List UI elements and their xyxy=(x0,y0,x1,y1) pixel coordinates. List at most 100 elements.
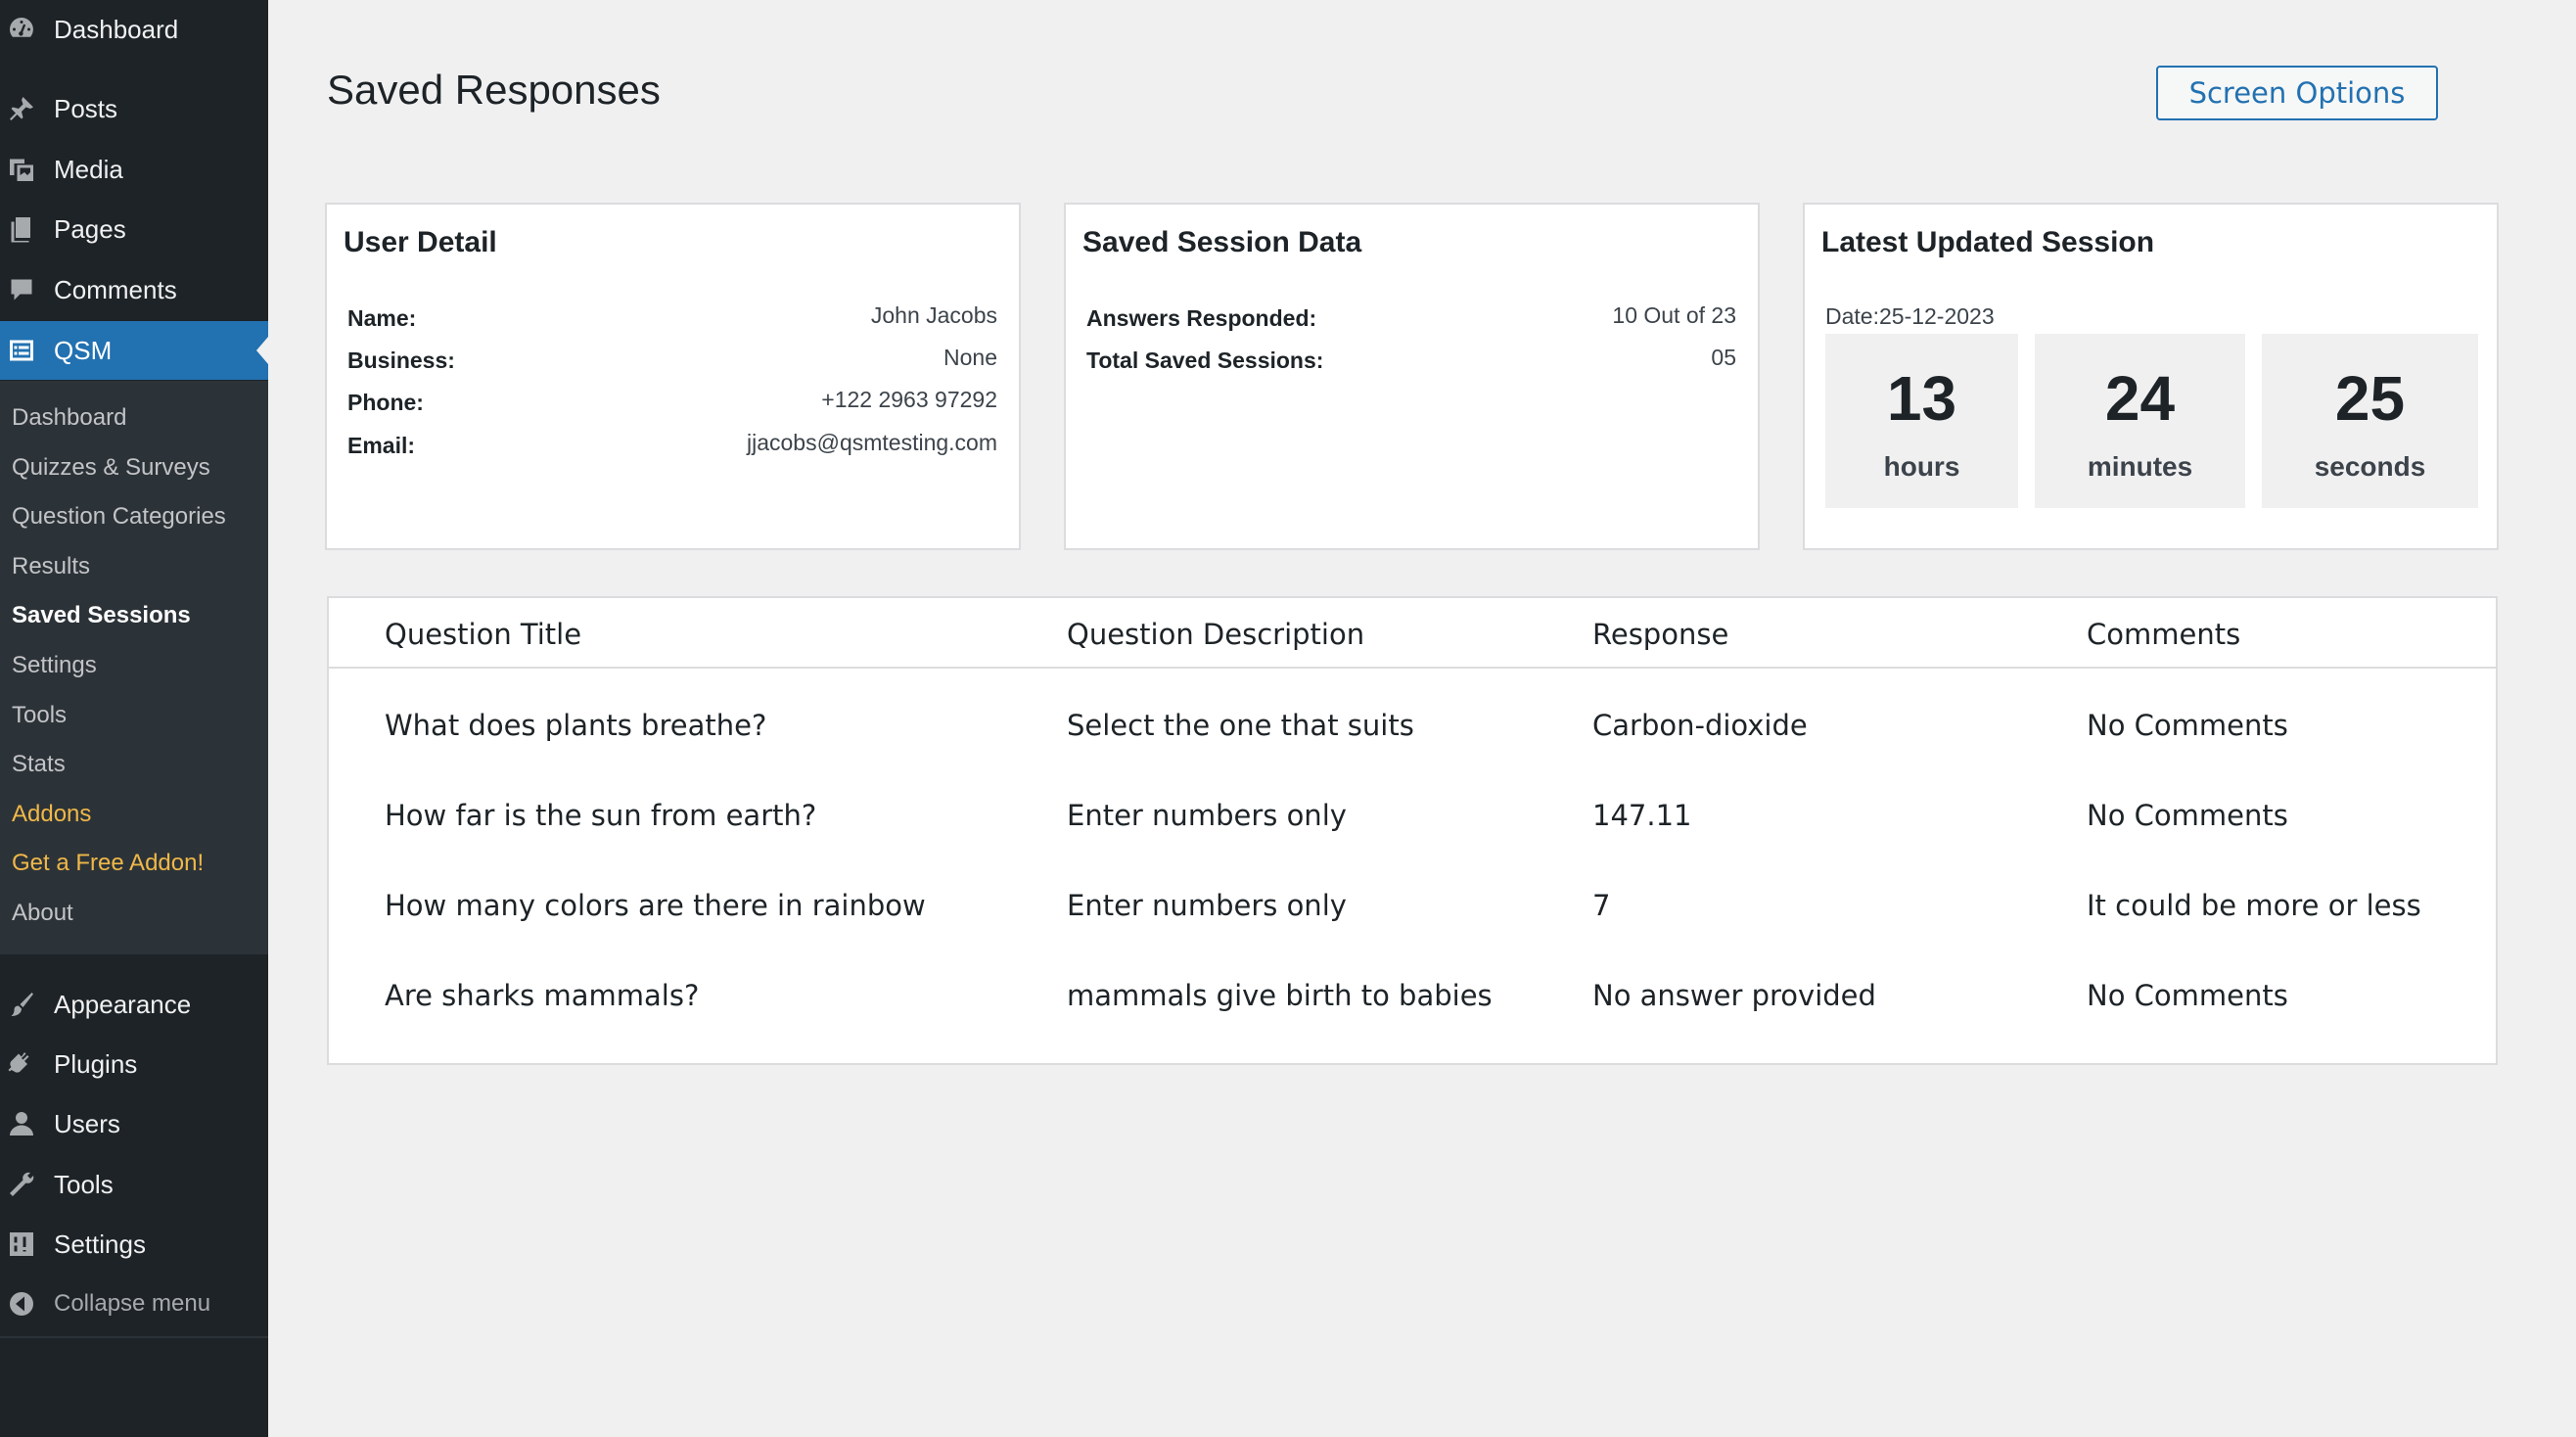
timer-seconds: 25 seconds xyxy=(2262,334,2478,508)
wrench-icon xyxy=(6,1169,37,1200)
answers-responded-label: Answers Responded: xyxy=(1086,305,1317,331)
timer-hours: 13 hours xyxy=(1825,334,2018,508)
collapse-menu-label: Collapse menu xyxy=(54,1290,211,1317)
media-icon xyxy=(6,154,37,185)
menu-item-qsm[interactable]: QSM xyxy=(0,321,268,380)
sidebar-divider xyxy=(0,1336,268,1338)
timer-minutes: 24 minutes xyxy=(2035,334,2245,508)
pin-icon xyxy=(6,93,37,124)
collapse-menu-button[interactable]: Collapse menu xyxy=(0,1275,268,1333)
column-header-comments: Comments xyxy=(2087,618,2241,651)
name-label: Name: xyxy=(347,305,417,331)
cell-response: No answer provided xyxy=(1592,979,1876,1012)
total-saved-sessions-label: Total Saved Sessions: xyxy=(1086,348,1324,373)
submenu-item-results[interactable]: Results xyxy=(12,553,90,580)
business-value: None xyxy=(943,345,997,370)
settings-icon xyxy=(6,1228,37,1260)
phone-label: Phone: xyxy=(347,390,424,415)
comment-icon xyxy=(6,274,37,305)
qsm-submenu: Dashboard Quizzes & Surveys Question Cat… xyxy=(0,381,268,954)
latest-session-card: Latest Updated Session Date:25-12-2023 1… xyxy=(1803,203,2499,550)
menu-item-label: Comments xyxy=(54,274,177,304)
card-title: Latest Updated Session xyxy=(1821,226,2155,258)
email-label: Email: xyxy=(347,433,416,458)
name-value: John Jacobs xyxy=(870,302,997,328)
timer-unit: minutes xyxy=(2087,451,2193,482)
table-header-divider xyxy=(329,667,2496,669)
menu-item-label: Plugins xyxy=(54,1048,138,1079)
submenu-item-stats[interactable]: Stats xyxy=(12,751,66,778)
cell-question-title: How far is the sun from earth? xyxy=(385,799,817,832)
timer-value: 13 xyxy=(1886,363,1957,434)
menu-item-appearance[interactable]: Appearance xyxy=(0,975,268,1034)
submenu-item-addons[interactable]: Addons xyxy=(12,801,91,828)
phone-value: +122 2963 97292 xyxy=(821,387,997,412)
submenu-item-saved-sessions[interactable]: Saved Sessions xyxy=(12,602,191,629)
card-title: User Detail xyxy=(344,226,497,258)
submenu-item-question-categories[interactable]: Question Categories xyxy=(12,503,226,531)
total-saved-sessions-value: 05 xyxy=(1711,345,1736,370)
dashboard-icon xyxy=(6,14,37,45)
column-header-response: Response xyxy=(1592,618,1729,651)
menu-item-posts[interactable]: Posts xyxy=(0,79,268,138)
menu-item-label: Users xyxy=(54,1108,120,1138)
submenu-item-tools[interactable]: Tools xyxy=(12,702,67,729)
date-label: Date: xyxy=(1825,303,1879,329)
submenu-item-settings[interactable]: Settings xyxy=(12,652,97,679)
cell-comments: No Comments xyxy=(2087,709,2288,742)
cell-question-title: Are sharks mammals? xyxy=(385,979,700,1012)
qsm-icon xyxy=(6,335,37,366)
menu-item-label: Tools xyxy=(54,1169,114,1199)
cell-question-description: Select the one that suits xyxy=(1067,709,1414,742)
email-value: jjacobs@qsmtesting.com xyxy=(747,430,997,455)
cell-comments: No Comments xyxy=(2087,979,2288,1012)
responses-table: Question Title Question Description Resp… xyxy=(327,596,2498,1065)
cell-response: 147.11 xyxy=(1592,799,1692,832)
screen-options-button[interactable]: Screen Options xyxy=(2156,66,2438,120)
business-label: Business: xyxy=(347,348,455,373)
cell-question-description: mammals give birth to babies xyxy=(1067,979,1493,1012)
user-detail-card: User Detail Name: John Jacobs Business: … xyxy=(325,203,1021,550)
menu-item-comments[interactable]: Comments xyxy=(0,260,268,319)
cell-comments: No Comments xyxy=(2087,799,2288,832)
timer-unit: hours xyxy=(1883,451,1960,482)
column-header-question-description: Question Description xyxy=(1067,618,1365,651)
timer-value: 24 xyxy=(2104,363,2176,434)
plugin-icon xyxy=(6,1048,37,1080)
cell-question-title: What does plants breathe? xyxy=(385,709,767,742)
menu-item-users[interactable]: Users xyxy=(0,1094,268,1153)
menu-item-pages[interactable]: Pages xyxy=(0,200,268,258)
card-title: Saved Session Data xyxy=(1082,226,1362,258)
cell-comments: It could be more or less xyxy=(2087,889,2421,922)
menu-item-settings[interactable]: Settings xyxy=(0,1215,268,1274)
menu-item-label: Media xyxy=(54,154,123,184)
page-title: Saved Responses xyxy=(327,67,661,113)
menu-item-dashboard[interactable]: Dashboard xyxy=(0,0,268,59)
session-data-card: Saved Session Data Answers Responded: 10… xyxy=(1064,203,1760,550)
submenu-item-about[interactable]: About xyxy=(12,900,73,927)
column-header-question-title: Question Title xyxy=(385,618,582,651)
menu-item-media[interactable]: Media xyxy=(0,140,268,199)
cell-question-description: Enter numbers only xyxy=(1067,889,1347,922)
timer-value: 25 xyxy=(2334,363,2406,434)
menu-item-label: Appearance xyxy=(54,989,192,1019)
submenu-item-dashboard[interactable]: Dashboard xyxy=(12,404,126,432)
user-icon xyxy=(6,1108,37,1139)
session-date: Date:25-12-2023 xyxy=(1825,303,1995,330)
menu-item-label: QSM xyxy=(54,335,113,365)
admin-sidebar: Dashboard Posts Media Pages Comments QSM… xyxy=(0,0,268,1437)
menu-item-label: Posts xyxy=(54,93,118,123)
pages-icon xyxy=(6,213,37,245)
submenu-item-quizzes-surveys[interactable]: Quizzes & Surveys xyxy=(12,454,210,482)
cell-response: Carbon-dioxide xyxy=(1592,709,1808,742)
cell-question-description: Enter numbers only xyxy=(1067,799,1347,832)
menu-item-tools[interactable]: Tools xyxy=(0,1155,268,1214)
menu-item-label: Settings xyxy=(54,1228,146,1259)
menu-item-plugins[interactable]: Plugins xyxy=(0,1035,268,1093)
submenu-item-free-addon[interactable]: Get a Free Addon! xyxy=(12,850,204,877)
answers-responded-value: 10 Out of 23 xyxy=(1612,302,1736,328)
cell-question-title: How many colors are there in rainbow xyxy=(385,889,926,922)
brush-icon xyxy=(6,989,37,1020)
timer-unit: seconds xyxy=(2314,451,2426,482)
menu-item-label: Pages xyxy=(54,213,126,244)
